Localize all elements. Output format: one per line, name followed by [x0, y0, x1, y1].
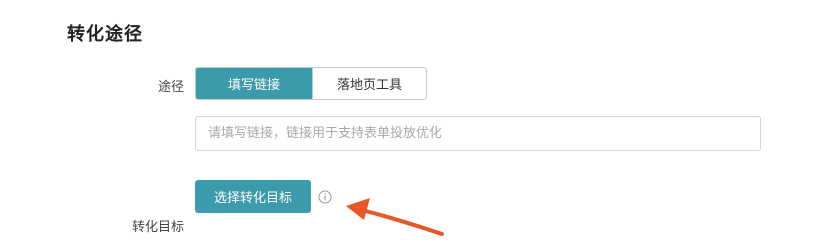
path-option-landing-page-tool[interactable]: 落地页工具	[312, 68, 426, 99]
conversion-goal-label: 转化目标	[131, 220, 184, 235]
section-title: 转化途径	[67, 24, 143, 45]
path-segmented-control: 填写链接 落地页工具	[195, 67, 427, 100]
conversion-path-panel: 转化途径 途径 填写链接 落地页工具 转化目标 选择转化目标	[0, 0, 819, 247]
path-option-fill-link[interactable]: 填写链接	[196, 68, 312, 99]
info-circle-icon[interactable]	[318, 190, 332, 204]
red-arrow-annotation	[346, 198, 444, 236]
link-input[interactable]	[195, 116, 761, 151]
select-conversion-goal-button[interactable]: 选择转化目标	[195, 180, 311, 213]
path-label: 途径	[157, 80, 184, 95]
